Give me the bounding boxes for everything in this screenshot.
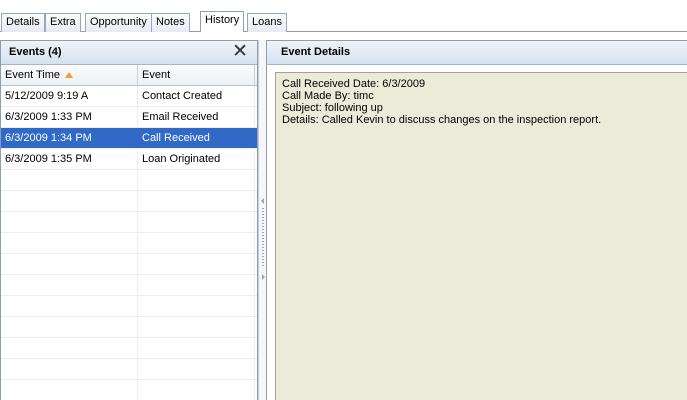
tab-bar: Details Extra Opportunity Notes History … (0, 0, 687, 33)
event-time-cell: 5/12/2009 9:19 A (1, 86, 138, 106)
column-header-event[interactable]: Event (138, 65, 255, 85)
empty-cell (138, 254, 255, 274)
empty-row (1, 233, 257, 254)
empty-row (1, 359, 257, 380)
empty-row (1, 338, 257, 359)
empty-cell (138, 359, 255, 379)
detail-subject: Subject: following up (282, 102, 383, 114)
empty-cell (138, 380, 255, 400)
empty-cell (1, 191, 138, 211)
event-details-panel: Event Details Call Received Date: 6/3/20… (266, 40, 687, 400)
events-panel-title: Events (4) (9, 46, 62, 58)
empty-row (1, 380, 257, 400)
event-cell: Email Received (138, 107, 255, 127)
empty-cell (1, 212, 138, 232)
sort-asc-icon (65, 72, 74, 78)
detail-call-made-by: Call Made By: timc (282, 90, 374, 102)
empty-cell (1, 275, 138, 295)
event-details-header: Event Details (267, 41, 687, 65)
empty-cell (138, 275, 255, 295)
empty-cell (1, 359, 138, 379)
empty-row (1, 254, 257, 275)
events-grid-header: Event Time Event (1, 65, 257, 86)
event-cell: Loan Originated (138, 149, 255, 169)
empty-cell (138, 296, 255, 316)
detail-details: Details: Called Kevin to discuss changes… (282, 114, 602, 126)
detail-call-received-date: Call Received Date: 6/3/2009 (282, 78, 426, 90)
close-x-icon[interactable]: ✕ (232, 42, 248, 62)
empty-row (1, 170, 257, 191)
tab-opportunity[interactable]: Opportunity (85, 13, 152, 32)
empty-row (1, 275, 257, 296)
empty-cell (1, 170, 138, 190)
empty-cell (138, 170, 255, 190)
empty-cell (1, 254, 138, 274)
empty-row (1, 191, 257, 212)
tab-notes[interactable]: Notes (151, 13, 190, 32)
column-header-event-label: Event (142, 69, 171, 81)
panel-splitter[interactable] (258, 40, 266, 400)
empty-cell (138, 191, 255, 211)
table-row-selected[interactable]: 6/3/2009 1:34 PM Call Received (1, 128, 257, 149)
event-time-cell: 6/3/2009 1:33 PM (1, 107, 138, 127)
empty-cell (138, 338, 255, 358)
empty-cell (1, 233, 138, 253)
event-details-text-area[interactable]: Call Received Date: 6/3/2009 Call Made B… (275, 72, 687, 400)
collapse-left-icon[interactable] (261, 198, 264, 204)
empty-row (1, 212, 257, 233)
tab-history[interactable]: History (200, 11, 245, 33)
expand-right-icon[interactable] (262, 274, 265, 280)
event-cell: Contact Created (138, 86, 255, 106)
column-header-event-time[interactable]: Event Time (1, 65, 138, 85)
tab-loans[interactable]: Loans (247, 13, 287, 32)
event-time-cell: 6/3/2009 1:34 PM (1, 128, 138, 148)
events-panel: Events (4) ✕ Event Time Event 5/12/2009 … (0, 40, 258, 400)
empty-cell (138, 317, 255, 337)
grip-dots-icon (262, 208, 264, 268)
empty-cell (1, 317, 138, 337)
event-cell: Call Received (138, 128, 255, 148)
tab-extra[interactable]: Extra (45, 13, 81, 32)
table-row[interactable]: 5/12/2009 9:19 A Contact Created (1, 86, 257, 107)
empty-row (1, 296, 257, 317)
table-row[interactable]: 6/3/2009 1:33 PM Email Received (1, 107, 257, 128)
events-grid-body: 5/12/2009 9:19 A Contact Created 6/3/200… (1, 86, 257, 400)
empty-row (1, 317, 257, 338)
empty-cell (1, 296, 138, 316)
tab-details[interactable]: Details (1, 13, 45, 32)
event-details-title: Event Details (281, 46, 351, 58)
empty-cell (138, 212, 255, 232)
empty-cell (138, 233, 255, 253)
event-time-cell: 6/3/2009 1:35 PM (1, 149, 138, 169)
table-row[interactable]: 6/3/2009 1:35 PM Loan Originated (1, 149, 257, 170)
events-panel-header: Events (4) ✕ (1, 41, 257, 65)
empty-cell (1, 380, 138, 400)
column-header-event-time-label: Event Time (5, 69, 61, 81)
empty-cell (1, 338, 138, 358)
